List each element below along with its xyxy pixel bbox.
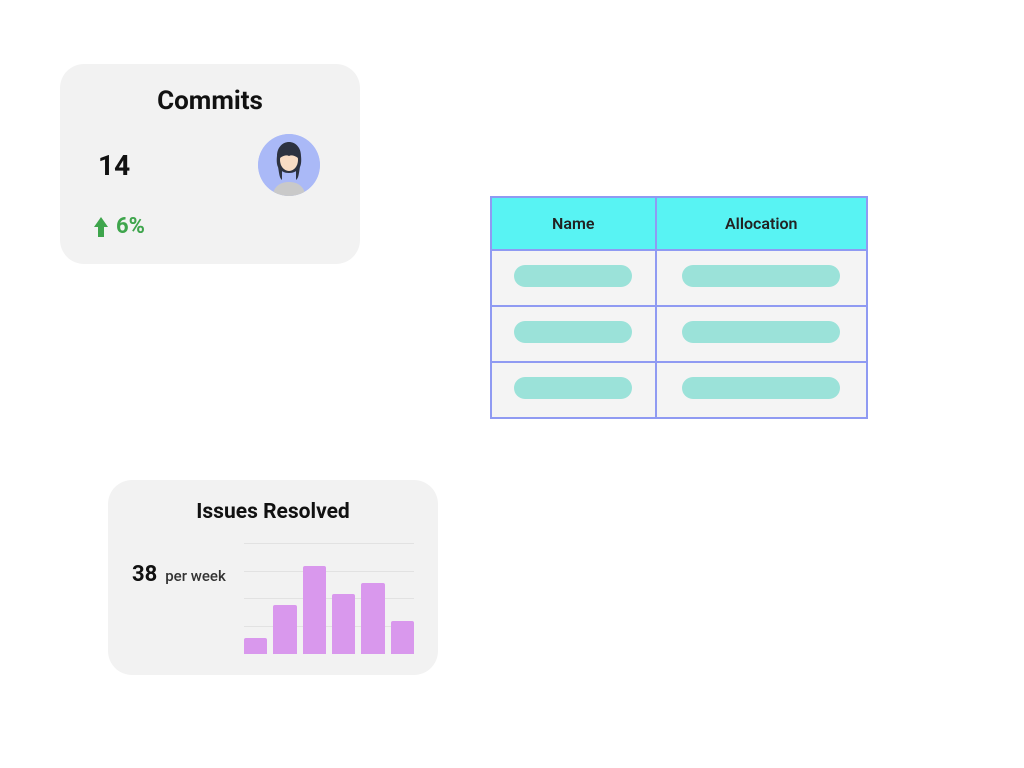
table-row (491, 250, 867, 306)
table-row (491, 306, 867, 362)
chart-bar (244, 638, 267, 655)
gridline (244, 571, 414, 572)
cell-name (491, 250, 656, 306)
issues-left: 38 per week (132, 562, 226, 587)
column-header-allocation: Allocation (656, 197, 868, 250)
table-row (491, 362, 867, 418)
placeholder-pill (514, 377, 632, 399)
arrow-up-icon (94, 217, 108, 237)
avatar-icon (258, 134, 320, 196)
cell-name (491, 362, 656, 418)
issues-body: 38 per week (132, 544, 414, 654)
commits-card: Commits 14 6% (60, 64, 360, 264)
gridline (244, 626, 414, 627)
cell-allocation (656, 306, 868, 362)
placeholder-pill (682, 321, 840, 343)
placeholder-pill (514, 321, 632, 343)
allocation-table: Name Allocation (490, 196, 868, 419)
issues-value: 38 (132, 562, 157, 587)
chart-bar (273, 605, 296, 655)
gridline (244, 543, 414, 544)
issues-resolved-card: Issues Resolved 38 per week (108, 480, 438, 675)
commits-trend-value: 6% (116, 214, 145, 239)
commits-value: 14 (98, 149, 130, 182)
cell-allocation (656, 362, 868, 418)
issues-bar-chart (244, 544, 414, 654)
cell-allocation (656, 250, 868, 306)
chart-bar (332, 594, 355, 655)
commits-trend: 6% (94, 214, 332, 239)
avatar (258, 134, 320, 196)
chart-bar (391, 621, 414, 654)
issues-title: Issues Resolved (132, 500, 414, 524)
commits-title: Commits (88, 86, 332, 116)
chart-bar (303, 566, 326, 654)
commits-middle-row: 14 (88, 134, 332, 196)
column-header-name: Name (491, 197, 656, 250)
table-header-row: Name Allocation (491, 197, 867, 250)
cell-name (491, 306, 656, 362)
chart-bar (361, 583, 384, 655)
placeholder-pill (514, 265, 632, 287)
gridline (244, 598, 414, 599)
placeholder-pill (682, 265, 840, 287)
issues-unit: per week (165, 567, 226, 585)
placeholder-pill (682, 377, 840, 399)
